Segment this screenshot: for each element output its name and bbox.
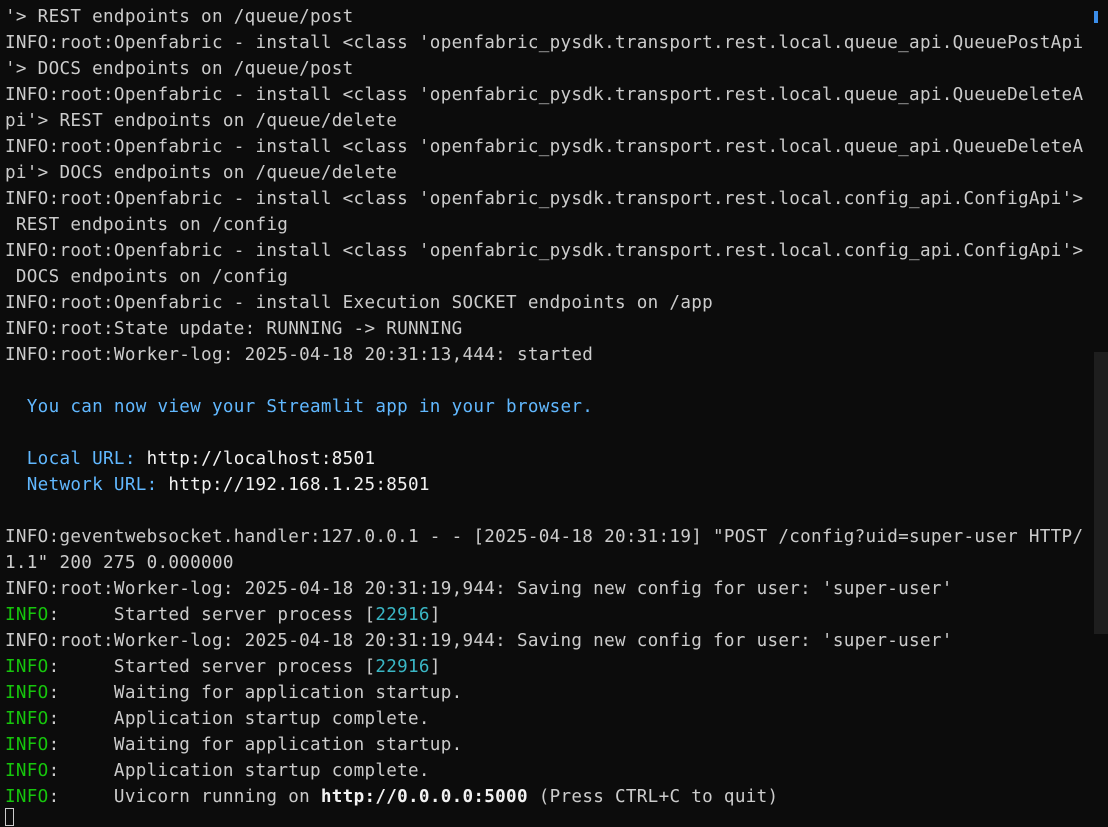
terminal-text-segment: Local URL: — [5, 449, 147, 469]
terminal-text-segment: : Waiting for application startup. — [48, 735, 463, 755]
terminal-text-segment: 22916 — [375, 605, 430, 625]
terminal-text-segment: : Uvicorn running on — [48, 787, 321, 807]
terminal-line: INFO: Application startup complete. — [5, 758, 430, 784]
terminal-text-segment: ] — [429, 605, 441, 625]
terminal-text-segment: http://192.168.1.25:8501 — [168, 475, 430, 495]
terminal-text-segment: INFO:root:Worker-log: 2025-04-18 20:31:1… — [5, 345, 594, 365]
terminal-line: Local URL: http://localhost:8501 — [5, 446, 375, 472]
terminal-line: INFO:root:Openfabric - install <class 'o… — [5, 30, 1083, 56]
terminal-text-segment: : Application startup complete. — [48, 709, 430, 729]
terminal-cursor — [5, 808, 14, 826]
terminal-text-segment: pi'> REST endpoints on /queue/delete — [5, 111, 398, 131]
terminal-line: DOCS endpoints on /config — [5, 264, 288, 290]
terminal-text-segment: INFO:root:Openfabric - install Execution… — [5, 293, 714, 313]
terminal-line: '> DOCS endpoints on /queue/post — [5, 56, 354, 82]
terminal-text-segment: INFO — [5, 787, 49, 807]
terminal-text-segment: INFO:root:Openfabric - install <class 'o… — [5, 241, 1084, 261]
terminal-line: INFO: Started server process [22916] — [5, 602, 441, 628]
terminal-line: 1.1" 200 275 0.000000 — [5, 550, 234, 576]
terminal-line: INFO:root:State update: RUNNING -> RUNNI… — [5, 316, 462, 342]
terminal-text-segment: INFO:root:Openfabric - install <class 'o… — [5, 33, 1084, 53]
terminal-line: INFO: Started server process [22916] — [5, 654, 441, 680]
terminal-line: INFO: Waiting for application startup. — [5, 680, 463, 706]
terminal-text-segment: You can now view your Streamlit app in y… — [5, 397, 594, 417]
terminal-text-segment: INFO:root:State update: RUNNING -> RUNNI… — [5, 319, 463, 339]
terminal-text-segment: REST endpoints on /config — [5, 215, 289, 235]
terminal-line: INFO: Waiting for application startup. — [5, 732, 463, 758]
terminal-text-segment: pi'> DOCS endpoints on /queue/delete — [5, 163, 398, 183]
terminal-line: REST endpoints on /config — [5, 212, 288, 238]
terminal-text-segment: ] — [429, 657, 441, 677]
terminal-text-segment: INFO:geventwebsocket.handler:127.0.0.1 -… — [5, 527, 1084, 547]
terminal-text-segment: INFO:root:Openfabric - install <class 'o… — [5, 189, 1084, 209]
terminal-line: INFO:root:Openfabric - install <class 'o… — [5, 134, 1083, 160]
terminal-text-segment: (Press CTRL+C to quit) — [527, 787, 779, 807]
terminal-line: INFO: Application startup complete. — [5, 706, 430, 732]
terminal-text-segment: INFO — [5, 657, 49, 677]
terminal-line: INFO:geventwebsocket.handler:127.0.0.1 -… — [5, 524, 1083, 550]
terminal-text-segment: : Started server process [ — [48, 605, 376, 625]
terminal-line: INFO:root:Worker-log: 2025-04-18 20:31:1… — [5, 576, 953, 602]
terminal-text-segment: INFO:root:Worker-log: 2025-04-18 20:31:1… — [5, 631, 953, 651]
terminal-text-segment: DOCS endpoints on /config — [5, 267, 289, 287]
terminal-line: INFO: Uvicorn running on http://0.0.0.0:… — [5, 784, 778, 810]
terminal-text-segment: http://0.0.0.0:5000 — [320, 787, 528, 807]
terminal-window[interactable]: '> REST endpoints on /queue/post INFO:roo… — [0, 0, 1108, 827]
terminal-text-segment: INFO:root:Openfabric - install <class 'o… — [5, 85, 1084, 105]
terminal-line: INFO:root:Openfabric - install <class 'o… — [5, 82, 1083, 108]
terminal-text-segment: INFO — [5, 709, 49, 729]
terminal-line: You can now view your Streamlit app in y… — [5, 394, 593, 420]
terminal-line: INFO:root:Openfabric - install <class 'o… — [5, 238, 1083, 264]
terminal-text-segment: INFO — [5, 683, 49, 703]
terminal-text-segment: : Started server process [ — [48, 657, 376, 677]
terminal-text-segment: INFO — [5, 735, 49, 755]
terminal-text-segment: INFO:root:Worker-log: 2025-04-18 20:31:1… — [5, 579, 953, 599]
terminal-line: INFO:root:Openfabric - install Execution… — [5, 290, 713, 316]
terminal-text-segment: : Application startup complete. — [48, 761, 430, 781]
terminal-text-segment: 1.1" 200 275 0.000000 — [5, 553, 234, 573]
terminal-text-segment: http://localhost:8501 — [146, 449, 376, 469]
terminal-text-segment: 22916 — [375, 657, 430, 677]
terminal-line: INFO:root:Openfabric - install <class 'o… — [5, 186, 1083, 212]
terminal-line: pi'> DOCS endpoints on /queue/delete — [5, 160, 397, 186]
terminal-line: INFO:root:Worker-log: 2025-04-18 20:31:1… — [5, 628, 953, 654]
scroll-marker — [1094, 11, 1098, 23]
terminal-line: pi'> REST endpoints on /queue/delete — [5, 108, 397, 134]
terminal-text-segment: '> DOCS endpoints on /queue/post — [5, 59, 354, 79]
terminal-text-segment: '> REST endpoints on /queue/post — [5, 7, 354, 27]
terminal-line: '> REST endpoints on /queue/post — [5, 4, 354, 30]
terminal-text-segment: INFO — [5, 605, 49, 625]
scrollbar[interactable] — [1094, 352, 1108, 634]
terminal-text-segment: INFO — [5, 761, 49, 781]
terminal-line: Network URL: http://192.168.1.25:8501 — [5, 472, 430, 498]
terminal-line: INFO:root:Worker-log: 2025-04-18 20:31:1… — [5, 342, 593, 368]
terminal-text-segment: INFO:root:Openfabric - install <class 'o… — [5, 137, 1084, 157]
terminal-text-segment: : Waiting for application startup. — [48, 683, 463, 703]
terminal-text-segment: Network URL: — [5, 475, 169, 495]
